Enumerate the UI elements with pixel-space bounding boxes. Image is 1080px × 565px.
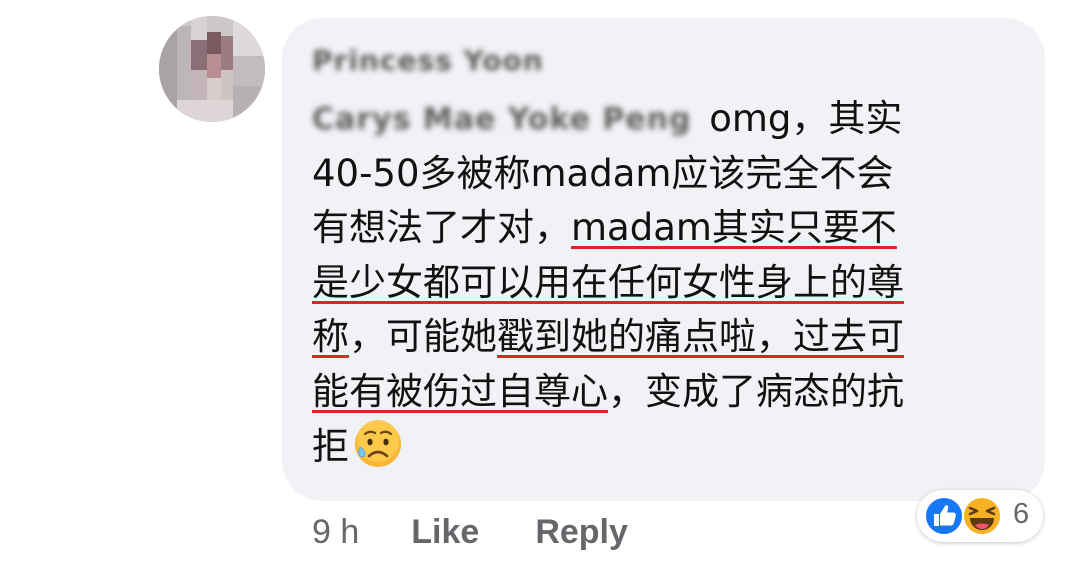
comment-timestamp[interactable]: 9 h bbox=[312, 513, 359, 552]
author-name[interactable]: Princess Yoon bbox=[312, 44, 544, 77]
reactions-summary[interactable]: 6 bbox=[917, 490, 1043, 542]
comment-body: Carys Mae Yoke Peng omg，其实 40-50多被称madam应… bbox=[312, 92, 1032, 474]
underlined-text: 戳到她的痛点啦，过去可 bbox=[497, 315, 904, 358]
like-reaction-icon bbox=[924, 496, 964, 536]
mentioned-user-link[interactable]: Carys Mae Yoke Peng bbox=[312, 93, 691, 148]
comment-text: 40-50多被称madam应该完全不会 bbox=[312, 151, 894, 195]
underlined-text: 能有被伤过自尊心 bbox=[312, 369, 608, 413]
comment-author[interactable]: Princess Yoon bbox=[312, 40, 544, 80]
comment-line: 拒 bbox=[312, 419, 1032, 474]
haha-reaction-icon bbox=[962, 496, 1002, 536]
comment-line: 是少女都可以用在任何女性身上的尊 bbox=[312, 256, 1032, 311]
comment-line: 能有被伤过自尊心，变成了病态的抗 bbox=[312, 365, 1032, 420]
comment-text: 拒 bbox=[312, 425, 349, 468]
comment-text: 有想法了才对， bbox=[312, 206, 571, 249]
underlined-text: madam其实只要不 bbox=[571, 206, 897, 249]
comment-text: omg，其实 bbox=[697, 97, 903, 140]
comment-line: 称，可能她戳到她的痛点啦，过去可 bbox=[312, 310, 1032, 365]
comment-text: ，可能她 bbox=[349, 315, 497, 358]
reply-button[interactable]: Reply bbox=[535, 513, 628, 552]
commenter-avatar[interactable] bbox=[159, 16, 265, 122]
reaction-count: 6 bbox=[1013, 498, 1030, 530]
like-button[interactable]: Like bbox=[411, 513, 479, 552]
sad-relieved-face-icon bbox=[355, 420, 401, 467]
underlined-text: 是少女都可以用在任何女性身上的尊 bbox=[312, 260, 904, 304]
underlined-text: 称 bbox=[312, 315, 349, 358]
comment-actions: 9 h Like Reply bbox=[312, 510, 628, 554]
comment-line: Carys Mae Yoke Peng omg，其实 bbox=[312, 92, 1032, 147]
comment-line: 有想法了才对，madam其实只要不 bbox=[312, 201, 1032, 256]
comment-line: 40-50多被称madam应该完全不会 bbox=[312, 147, 1032, 202]
comment-text: ，变成了病态的抗 bbox=[608, 369, 904, 413]
